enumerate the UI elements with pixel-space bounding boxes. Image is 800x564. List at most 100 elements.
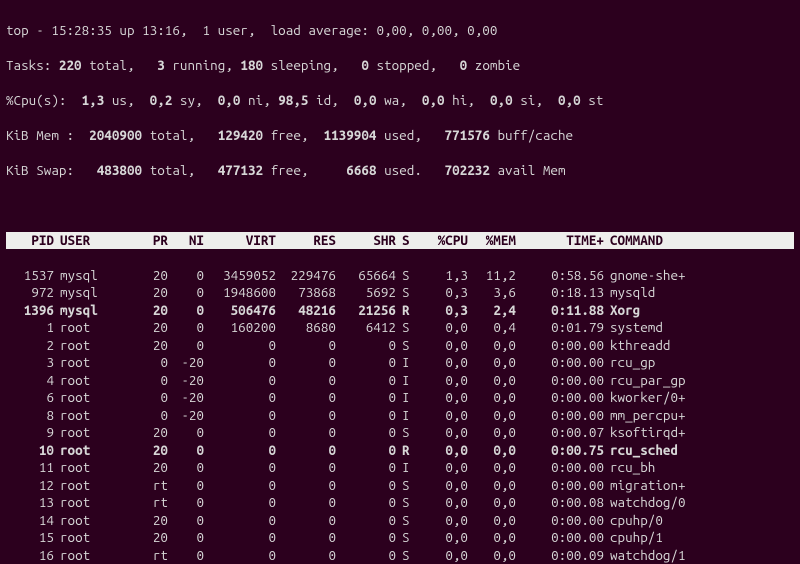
process-row[interactable]: 4root0-20000I0,00,00:00.00rcu_par_gp: [6, 372, 794, 390]
cell-pid: 3: [6, 354, 54, 372]
cell-mem: 0,0: [468, 529, 516, 547]
process-row[interactable]: 12rootrt0000S0,00,00:00.00migration+: [6, 477, 794, 495]
process-row[interactable]: 972mysql2001948600738685692S0,33,60:18.1…: [6, 284, 794, 302]
cell-cmd: gnome-she+: [604, 267, 730, 285]
cell-s: S: [396, 547, 420, 564]
cell-cpu: 1,3: [420, 267, 468, 285]
cell-shr: 0: [336, 547, 396, 564]
col-shr[interactable]: SHR: [336, 232, 396, 250]
cell-ni: -20: [168, 389, 204, 407]
cell-s: S: [396, 319, 420, 337]
process-row[interactable]: 1396mysql2005064764821621256R0,32,40:11.…: [6, 302, 794, 320]
cell-cpu: 0,3: [420, 284, 468, 302]
cell-ni: 0: [168, 424, 204, 442]
cell-virt: 0: [204, 442, 276, 460]
cell-virt: 0: [204, 529, 276, 547]
cell-time: 0:00.00: [516, 512, 604, 530]
cell-time: 0:00.00: [516, 337, 604, 355]
cell-pid: 9: [6, 424, 54, 442]
cell-s: S: [396, 529, 420, 547]
col-res[interactable]: RES: [276, 232, 336, 250]
col-cmd[interactable]: COMMAND: [604, 232, 730, 250]
col-mem[interactable]: %MEM: [468, 232, 516, 250]
cell-virt: 0: [204, 494, 276, 512]
cell-pid: 1537: [6, 267, 54, 285]
cell-s: I: [396, 407, 420, 425]
cell-pr: 0: [132, 407, 168, 425]
cell-pid: 972: [6, 284, 54, 302]
process-row[interactable]: 11root200000I0,00,00:00.00rcu_bh: [6, 459, 794, 477]
terminal[interactable]: top - 15:28:35 up 13:16, 1 user, load av…: [0, 0, 800, 564]
process-row[interactable]: 15root200000S0,00,00:00.00cpuhp/1: [6, 529, 794, 547]
cell-cmd: kthreadd: [604, 337, 730, 355]
process-row[interactable]: 3root0-20000I0,00,00:00.00rcu_gp: [6, 354, 794, 372]
col-virt[interactable]: VIRT: [204, 232, 276, 250]
cell-pid: 11: [6, 459, 54, 477]
process-row[interactable]: 16rootrt0000S0,00,00:00.09watchdog/1: [6, 547, 794, 564]
cell-shr: 0: [336, 459, 396, 477]
cell-ni: 0: [168, 267, 204, 285]
cell-ni: 0: [168, 512, 204, 530]
cell-cmd: cpuhp/1: [604, 529, 730, 547]
process-list[interactable]: 1537mysql200345905222947665664S1,311,20:…: [6, 267, 794, 564]
col-cpu[interactable]: %CPU: [420, 232, 468, 250]
process-row[interactable]: 2root200000S0,00,00:00.00kthreadd: [6, 337, 794, 355]
col-s[interactable]: S: [396, 232, 420, 250]
cell-s: I: [396, 459, 420, 477]
cell-res: 48216: [276, 302, 336, 320]
cell-pr: 20: [132, 284, 168, 302]
process-row[interactable]: 1537mysql200345905222947665664S1,311,20:…: [6, 267, 794, 285]
cell-ni: -20: [168, 372, 204, 390]
column-header-row[interactable]: PIDUSERPRNIVIRTRESSHRS%CPU%MEMTIME+COMMA…: [6, 232, 794, 250]
cell-cmd: rcu_gp: [604, 354, 730, 372]
cell-pr: 0: [132, 389, 168, 407]
process-row[interactable]: 13rootrt0000S0,00,00:00.08watchdog/0: [6, 494, 794, 512]
cell-virt: 0: [204, 354, 276, 372]
cell-mem: 3,6: [468, 284, 516, 302]
cell-s: S: [396, 477, 420, 495]
cell-ni: 0: [168, 477, 204, 495]
process-row[interactable]: 6root0-20000I0,00,00:00.00kworker/0+: [6, 389, 794, 407]
cell-ni: -20: [168, 354, 204, 372]
cell-mem: 0,0: [468, 354, 516, 372]
cell-cpu: 0,0: [420, 354, 468, 372]
cell-cpu: 0,0: [420, 407, 468, 425]
col-pr[interactable]: PR: [132, 232, 168, 250]
process-row[interactable]: 8root0-20000I0,00,00:00.00mm_percpu+: [6, 407, 794, 425]
cell-cmd: mm_percpu+: [604, 407, 730, 425]
cell-cpu: 0,0: [420, 337, 468, 355]
col-ni[interactable]: NI: [168, 232, 204, 250]
cell-virt: 3459052: [204, 267, 276, 285]
cell-cmd: kworker/0+: [604, 389, 730, 407]
cell-s: S: [396, 424, 420, 442]
cell-shr: 5692: [336, 284, 396, 302]
cell-virt: 0: [204, 477, 276, 495]
process-row[interactable]: 10root200000R0,00,00:00.75rcu_sched: [6, 442, 794, 460]
cell-virt: 0: [204, 372, 276, 390]
cell-shr: 0: [336, 389, 396, 407]
cell-time: 0:00.00: [516, 459, 604, 477]
cell-pid: 2: [6, 337, 54, 355]
col-user[interactable]: USER: [54, 232, 132, 250]
cell-res: 8680: [276, 319, 336, 337]
cell-res: 73868: [276, 284, 336, 302]
process-row[interactable]: 1root20016020086806412S0,00,40:01.79syst…: [6, 319, 794, 337]
cell-user: root: [54, 547, 132, 564]
cell-cmd: rcu_par_gp: [604, 372, 730, 390]
cell-user: root: [54, 424, 132, 442]
col-pid[interactable]: PID: [6, 232, 54, 250]
summary-line-tasks: Tasks: 220 total, 3 running, 180 sleepin…: [6, 57, 794, 75]
cell-cmd: systemd: [604, 319, 730, 337]
cell-pid: 6: [6, 389, 54, 407]
cell-res: 0: [276, 494, 336, 512]
cell-virt: 506476: [204, 302, 276, 320]
cell-cmd: rcu_bh: [604, 459, 730, 477]
cell-s: I: [396, 354, 420, 372]
cell-time: 0:00.00: [516, 477, 604, 495]
col-time[interactable]: TIME+: [516, 232, 604, 250]
process-row[interactable]: 14root200000S0,00,00:00.00cpuhp/0: [6, 512, 794, 530]
cell-shr: 0: [336, 442, 396, 460]
cell-cmd: mysqld: [604, 284, 730, 302]
process-row[interactable]: 9root200000S0,00,00:00.07ksoftirqd+: [6, 424, 794, 442]
cell-ni: 0: [168, 494, 204, 512]
